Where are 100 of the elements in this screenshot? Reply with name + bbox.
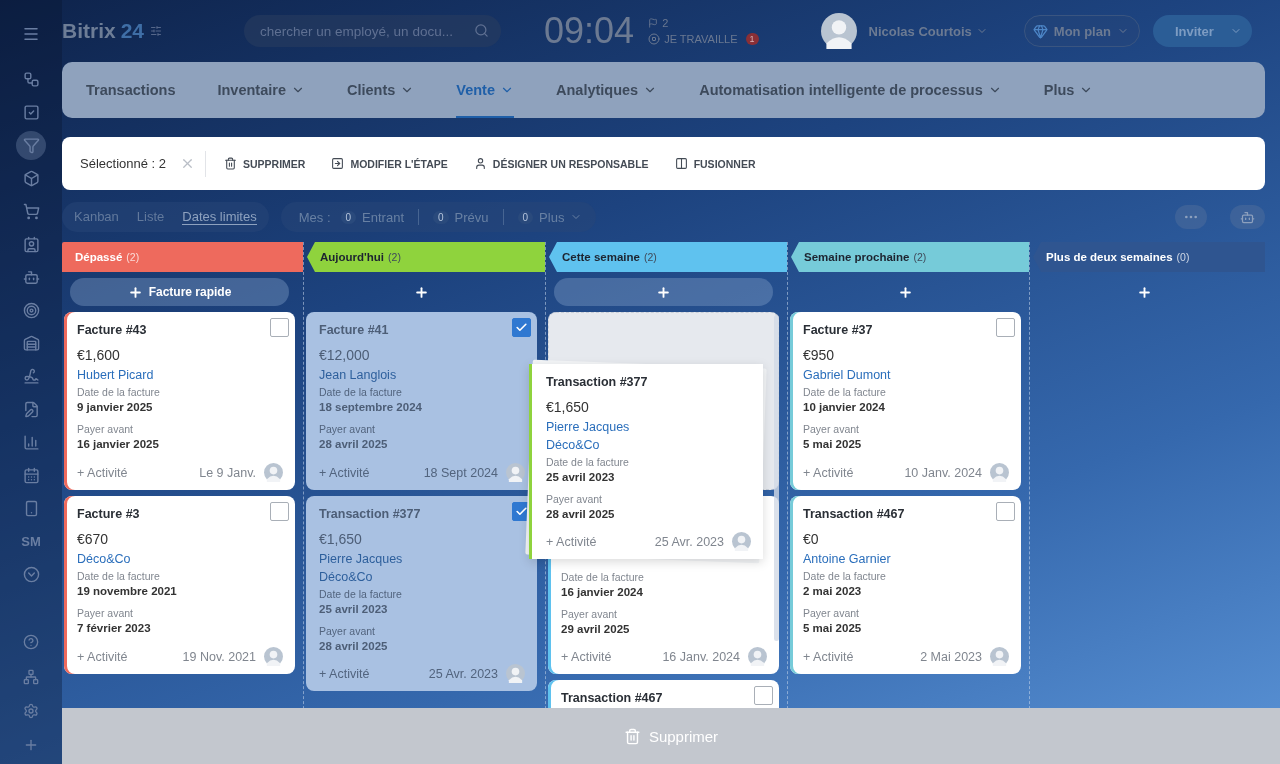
field-label: Payer avant [561, 608, 618, 620]
close-icon[interactable] [180, 156, 195, 171]
view-tab[interactable]: Kanban [74, 209, 119, 225]
card-checkbox[interactable] [996, 318, 1015, 337]
workflow-icon[interactable] [22, 70, 40, 88]
contact-link[interactable]: Pierre Jacques [546, 419, 630, 435]
network-icon[interactable] [23, 668, 39, 685]
contact-link[interactable]: Déco&Co [77, 551, 131, 567]
field-value: 16 janvier 2024 [561, 586, 643, 598]
contact-link[interactable]: Gabriel Dumont [803, 367, 891, 383]
robot-button[interactable] [1230, 205, 1265, 229]
counter-filter[interactable]: 0 Entrant [340, 209, 404, 225]
nav-tab[interactable]: Vente [456, 62, 514, 118]
add-button[interactable]: Facture rapide [70, 278, 289, 306]
invite-button[interactable]: Inviter [1152, 15, 1252, 47]
deal-card[interactable]: Facture #37 €950 Gabriel Dumont Date de la facture 10 janvier 2024 Payer avant 5 mai 2025 + Activité 10 Janv. 2024 [790, 312, 1021, 490]
sliders-icon[interactable] [150, 25, 163, 37]
counter-filter[interactable]: 0 Plus [517, 209, 583, 225]
view-tab[interactable]: Dates limites [182, 209, 257, 225]
contact-link[interactable]: Hubert Picard [77, 367, 154, 383]
toolbar-action[interactable]: FUSIONNER [674, 157, 756, 170]
nav-tab[interactable]: Transactions [86, 62, 176, 118]
contact-link[interactable]: Jean Langlois [319, 367, 397, 383]
avatar [506, 463, 525, 482]
contact-link[interactable]: Antoine Garnier [803, 551, 891, 567]
deal-card[interactable]: Transaction #467 €0 Antoine Garnier Date de la facture 2 mai 2023 Payer avant 5 mai 2025 + Activité 2 Mai 2023 [790, 496, 1021, 674]
card-date: 19 Nov. 2021 [182, 649, 256, 664]
target-icon[interactable] [22, 302, 40, 319]
work-status[interactable]: JE TRAVAILLE [664, 33, 738, 45]
add-activity-link[interactable]: + Activité [319, 666, 370, 681]
card-checkbox[interactable] [270, 318, 289, 337]
stop-icon[interactable] [648, 33, 661, 45]
scrollbar[interactable] [774, 315, 779, 641]
card-checkbox[interactable] [754, 686, 773, 705]
card-date: 10 Janv. 2024 [904, 465, 982, 480]
add-activity-link[interactable]: + Activité [77, 465, 128, 480]
nav-tab[interactable]: Analytiques [556, 62, 658, 118]
card-date: 16 Janv. 2024 [662, 649, 740, 664]
contact-card-icon[interactable] [22, 235, 40, 253]
add-activity-link[interactable]: + Activité [546, 534, 597, 549]
sidebar-item[interactable]: SM [16, 527, 46, 557]
add-activity-link[interactable]: + Activité [803, 465, 854, 480]
field-value: 10 janvier 2024 [803, 401, 885, 413]
card-checkbox[interactable] [996, 502, 1015, 521]
deal-card[interactable]: Facture #43 €1,600 Hubert Picard Date de la facture 9 janvier 2025 Payer avant 16 janvier 2025 + Activité Le 9 Janv. [64, 312, 295, 490]
contact-link[interactable]: Pierre Jacques [319, 551, 403, 567]
arrow-box-icon [331, 157, 345, 170]
signature-icon[interactable] [22, 368, 40, 386]
nav-tab[interactable]: Automatisation intelligente de processus [699, 62, 1002, 118]
calendar-icon[interactable] [22, 467, 40, 485]
counter-filter[interactable]: 0 Prévu [433, 209, 489, 225]
warehouse-icon[interactable] [22, 335, 40, 352]
toolbar-action[interactable]: MODIFIER L'ÉTAPE [331, 157, 448, 170]
avatar [820, 13, 857, 49]
chevron-down-icon[interactable] [22, 566, 40, 584]
deal-card[interactable]: Transaction #377 €1,650 Pierre Jacques Déco&Co Date de la facture 25 avril 2023 Payer avant 28 avril 2025 + Activité 25 Avr. 2023 [306, 496, 537, 691]
add-activity-link[interactable]: + Activité [803, 649, 854, 664]
field-value: 29 avril 2025 [561, 623, 630, 635]
search-field[interactable]: chercher un employé, un docu... [244, 15, 502, 47]
card-checkbox[interactable] [512, 318, 531, 337]
checkbox-icon[interactable] [22, 103, 40, 121]
contact-link[interactable]: Déco&Co [546, 437, 600, 453]
cart-icon[interactable] [22, 202, 40, 220]
nav-tab[interactable]: Inventaire [217, 62, 305, 118]
box-icon[interactable] [22, 169, 40, 187]
bar-chart-icon[interactable] [22, 434, 40, 452]
robot-icon[interactable] [22, 268, 40, 286]
more-button[interactable] [1175, 205, 1207, 229]
nav-tab[interactable]: Clients [346, 62, 415, 118]
view-tab[interactable]: Liste [136, 209, 165, 225]
add-activity-link[interactable]: + Activité [77, 649, 128, 664]
column-count: (0) [1176, 251, 1190, 263]
filter-icon[interactable] [22, 136, 40, 154]
card-amount: €0 [803, 531, 819, 547]
deal-card[interactable]: Transaction #467 [548, 680, 779, 708]
dragged-card[interactable]: Transaction #377 €1,650 Pierre Jacques Déco&Co Date de la facture 25 avril 2023 Payer avant 28 avril 2025 + Activité 25 Avr. 2023 [529, 364, 763, 559]
field-label: Date de la facture [803, 570, 886, 582]
settings-icon[interactable] [23, 702, 39, 719]
nav-tab[interactable]: Plus [1043, 62, 1094, 118]
plan-button[interactable]: Mon plan [1023, 15, 1140, 47]
add-activity-link[interactable]: + Activité [319, 465, 370, 480]
avatar [264, 463, 283, 482]
contact-link[interactable]: Déco&Co [319, 569, 373, 585]
card-amount: €1,650 [546, 399, 589, 415]
deal-card[interactable]: Facture #41 €12,000 Jean Langlois Date de la facture 18 septembre 2024 Payer avant 28 avril 2025 + Activité 18 Sept 2024 [306, 312, 537, 490]
toolbar-action[interactable]: DÉSIGNER UN RESPONSABLE [473, 157, 649, 170]
add-activity-link[interactable]: + Activité [561, 649, 612, 664]
card-title: Transaction #377 [546, 375, 648, 389]
help-icon[interactable] [23, 634, 39, 651]
card-checkbox[interactable] [270, 502, 289, 521]
search-icon[interactable] [474, 23, 490, 38]
card-date: 2 Mai 2023 [920, 649, 982, 664]
toolbar-action[interactable]: SUPPRIMER [224, 157, 306, 170]
document-edit-icon[interactable] [22, 401, 40, 419]
columns-icon [674, 157, 688, 170]
logo[interactable]: Bitrix 24 [62, 19, 145, 43]
field-label: Payer avant [546, 493, 603, 505]
sidebar-item[interactable] [16, 130, 46, 160]
user-name[interactable]: Nicolas Courtois [868, 23, 972, 39]
deal-card[interactable]: Facture #3 €670 Déco&Co Date de la facture 19 novembre 2021 Payer avant 7 février 2023 + Activité 19 Nov. 2021 [64, 496, 295, 674]
